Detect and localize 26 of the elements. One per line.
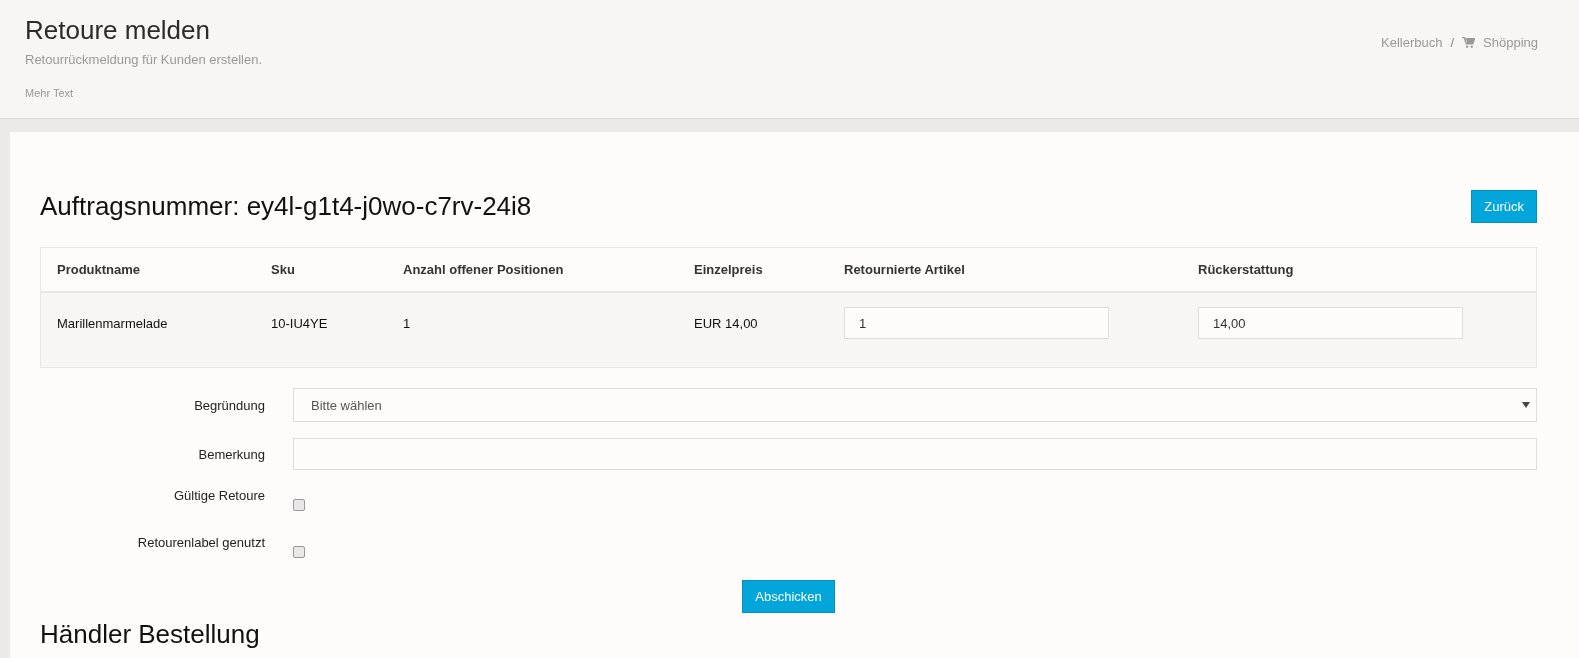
breadcrumb-separator: / [1450,34,1455,50]
breadcrumb-link[interactable]: Shöpping [1483,34,1538,50]
reason-select[interactable]: Bitte wählen [293,388,1537,422]
breadcrumb-link[interactable]: Kellerbuch [1381,34,1443,50]
page-title: Retoure melden [25,15,211,45]
table-cell: 1 [387,292,678,368]
table-cell: Marillenmarmelade [40,292,255,368]
page-subtitle: Retourrückmeldung für Kunden erstellen. [25,52,263,67]
field-label: Retourenlabel genutzt [136,535,265,550]
returned-items-input[interactable]: 1 [844,307,1109,339]
field-label: Bemerkung [197,446,265,462]
dropdown-caret-icon [1522,402,1530,408]
section-heading: Händler Bestellung [40,619,261,649]
field-label: Gültige Retoure [172,488,265,503]
table-cell: 10-IU4YE [255,292,387,368]
checkbox[interactable] [293,546,305,558]
submit-button[interactable]: Abschicken [742,580,835,613]
field-label: Begründung [193,397,265,413]
back-button[interactable]: Zurück [1471,190,1537,223]
remark-input[interactable] [293,438,1537,470]
order-number-heading: Auftragsnummer: ey4l-g1t4-j0wo-c7rv-24i8 [40,191,532,222]
checkbox[interactable] [293,499,305,511]
table-cell: EUR 14,00 [678,292,828,368]
cart-icon [1462,36,1476,48]
refund-input[interactable]: 14,00 [1198,307,1463,339]
page-note: Mehr Text [25,87,75,99]
